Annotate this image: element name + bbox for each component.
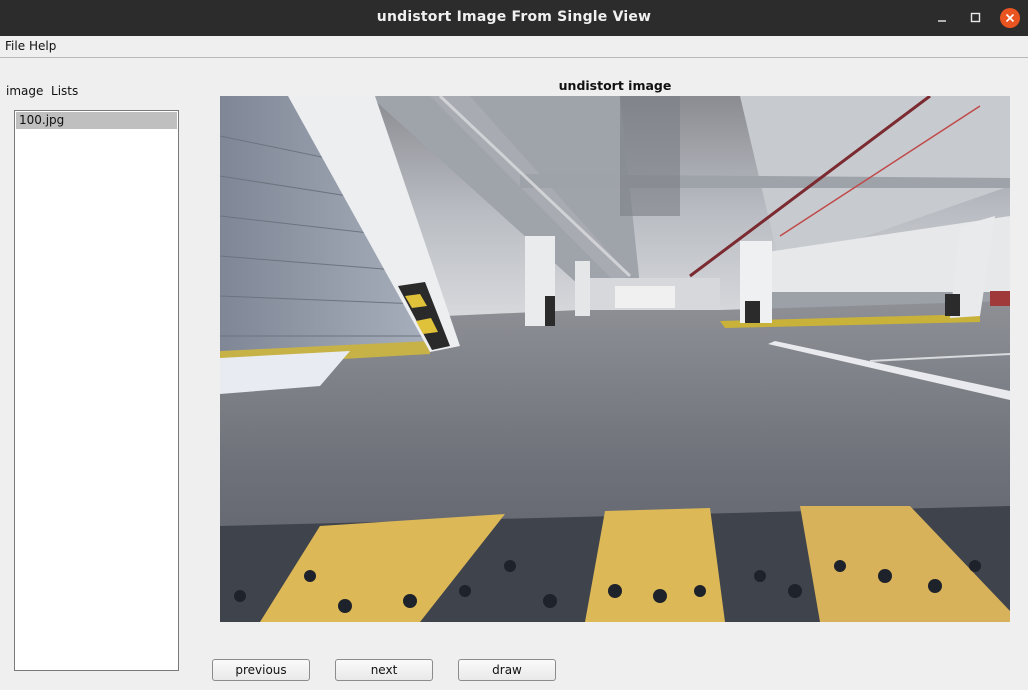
- list-item-label: 100.jpg: [19, 113, 65, 127]
- image-list[interactable]: 100.jpg: [14, 110, 179, 671]
- parking-garage-image: [220, 96, 1010, 622]
- image-list-label: image Lists: [6, 84, 79, 98]
- previous-button[interactable]: previous: [212, 659, 310, 681]
- menu-bar: File Help: [0, 36, 1028, 58]
- maximize-button[interactable]: [966, 8, 986, 28]
- title-bar: undistort Image From Single View: [0, 0, 1028, 36]
- menu-file[interactable]: File: [5, 39, 25, 53]
- next-button[interactable]: next: [335, 659, 433, 681]
- close-icon: [1005, 13, 1015, 23]
- draw-button[interactable]: draw: [458, 659, 556, 681]
- image-title: undistort image: [558, 78, 672, 93]
- minimize-button[interactable]: [932, 8, 952, 28]
- maximize-icon: [970, 12, 981, 23]
- list-item[interactable]: 100.jpg: [16, 112, 177, 129]
- window-title: undistort Image From Single View: [376, 9, 652, 25]
- minimize-icon: [938, 20, 946, 22]
- undistorted-image: [220, 96, 1010, 622]
- menu-help[interactable]: Help: [29, 39, 56, 53]
- close-button[interactable]: [1000, 8, 1020, 28]
